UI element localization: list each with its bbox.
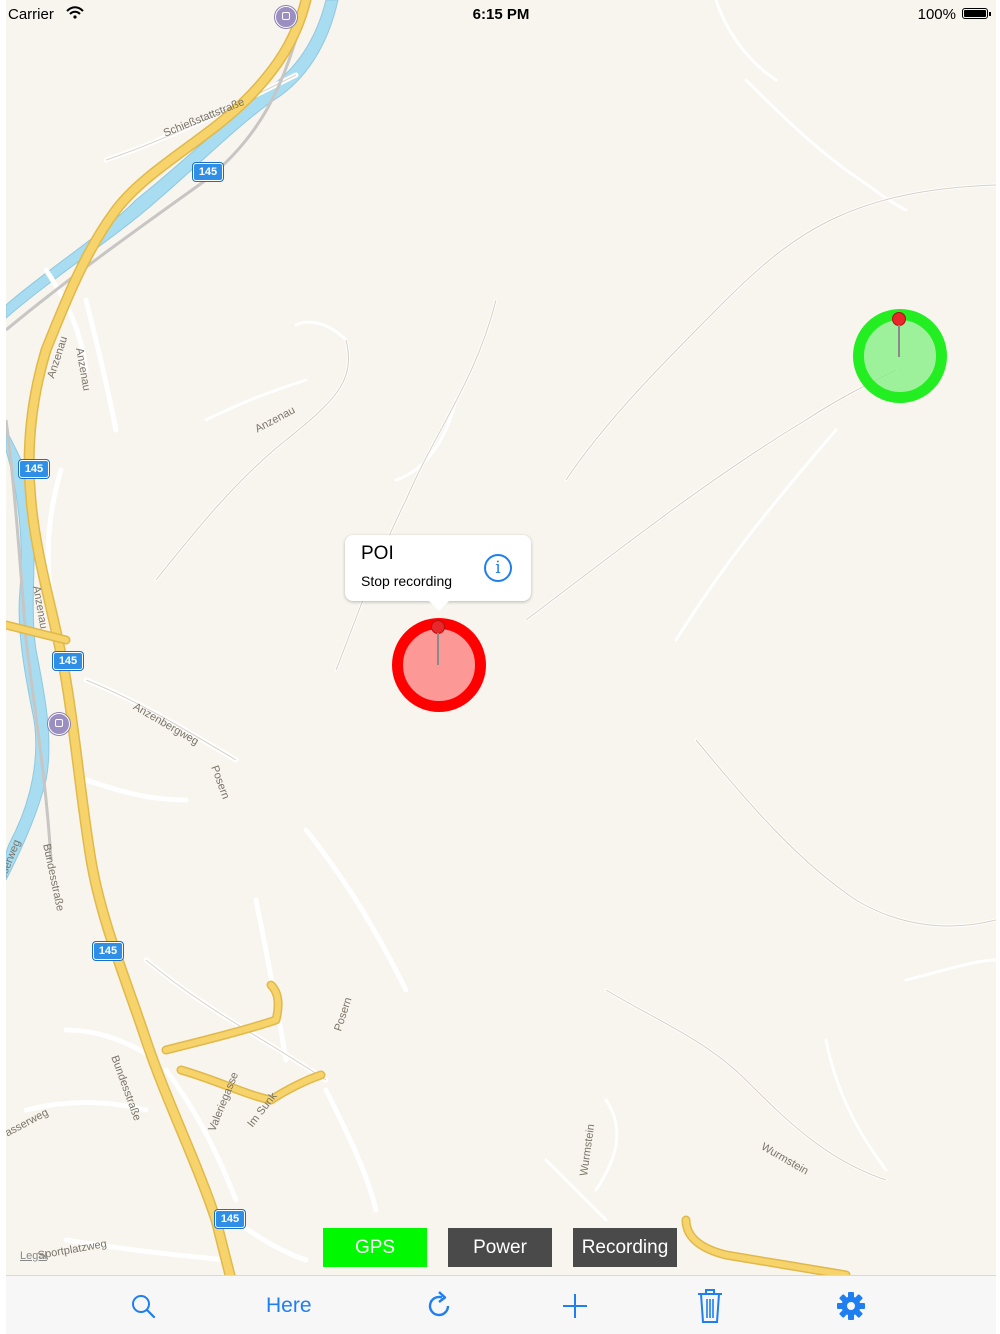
pin-icon[interactable]	[431, 620, 447, 666]
refresh-icon[interactable]	[426, 1286, 454, 1326]
pin-head	[892, 312, 906, 326]
legal-link[interactable]: Legal	[20, 1250, 47, 1262]
pin-head	[431, 620, 445, 634]
gear-icon[interactable]	[836, 1286, 866, 1326]
battery-percentage: 100%	[917, 6, 956, 23]
plus-icon[interactable]	[562, 1286, 588, 1326]
rail-station-icon[interactable]	[48, 713, 70, 735]
route-shield: 145	[193, 163, 223, 181]
trash-icon[interactable]	[696, 1286, 724, 1326]
callout-title: POI	[361, 543, 394, 564]
route-shield: 145	[53, 652, 83, 670]
poi-callout[interactable]: POI Stop recording i	[345, 535, 531, 611]
route-shield: 145	[215, 1210, 245, 1228]
here-button[interactable]: Here	[266, 1286, 312, 1326]
pin-stick	[437, 633, 439, 665]
recording-button[interactable]: Recording	[573, 1228, 677, 1267]
pin-icon[interactable]	[892, 312, 908, 358]
callout-subtitle: Stop recording	[361, 573, 453, 589]
info-icon[interactable]: i	[484, 554, 512, 582]
status-time: 6:15 PM	[472, 6, 530, 23]
status-bar: Carrier 6:15 PM 100%	[6, 0, 996, 30]
gps-button[interactable]: GPS	[323, 1228, 427, 1267]
battery-icon	[962, 8, 991, 19]
power-button[interactable]: Power	[448, 1228, 552, 1267]
pin-stick	[898, 325, 900, 357]
map-view[interactable]	[6, 0, 996, 1334]
route-shield: 145	[19, 460, 49, 478]
search-icon[interactable]	[130, 1286, 156, 1326]
route-shield: 145	[93, 942, 123, 960]
app-screen: Schießstattstraße Anzenau Anzenau Anzena…	[6, 0, 996, 1334]
bottom-toolbar: Here	[6, 1275, 996, 1334]
